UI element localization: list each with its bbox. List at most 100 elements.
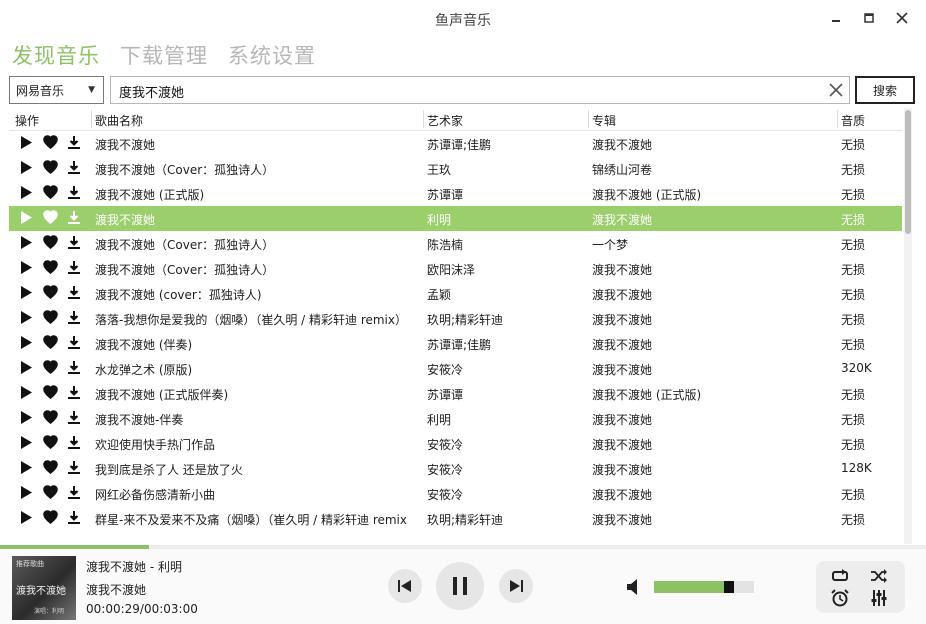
- table-row[interactable]: 网红必备伤感清新小曲 安筱冷 渡我不渡她 无损: [9, 481, 902, 506]
- close-button[interactable]: [891, 8, 913, 28]
- play-button[interactable]: [18, 335, 34, 352]
- play-button[interactable]: [18, 285, 34, 302]
- table-row[interactable]: 渡我不渡她 利明 渡我不渡她 无损: [9, 206, 902, 231]
- table-row[interactable]: 渡我不渡她 (伴奏) 苏谭谭;佳鹏 渡我不渡她 无损: [9, 331, 902, 356]
- pause-button[interactable]: [436, 562, 484, 610]
- download-button[interactable]: [66, 385, 82, 402]
- sleep-timer-button[interactable]: [829, 588, 851, 608]
- song-quality: 无损: [841, 288, 866, 302]
- favorite-button[interactable]: [42, 160, 58, 177]
- volume-slider[interactable]: [654, 581, 754, 593]
- album-cover[interactable]: 推荐歌曲 渡我不渡她 演唱：利明: [12, 556, 76, 620]
- table-row[interactable]: 群星-来不及爱来不及痛（烟嗓）（崔久明 / 精彩轩迪 remix 玖明;精彩轩迪 渡…: [9, 506, 902, 531]
- play-button[interactable]: [18, 460, 34, 477]
- tab-discover-music[interactable]: 发现音乐: [12, 40, 100, 70]
- favorite-button[interactable]: [42, 410, 58, 427]
- play-button[interactable]: [18, 410, 34, 427]
- play-button[interactable]: [18, 135, 34, 152]
- repeat-button[interactable]: [829, 566, 851, 586]
- next-button[interactable]: [499, 569, 533, 603]
- favorite-button[interactable]: [42, 335, 58, 352]
- favorite-button[interactable]: [42, 385, 58, 402]
- favorite-button[interactable]: [42, 510, 58, 527]
- tab-system-settings[interactable]: 系统设置: [228, 40, 316, 70]
- shuffle-button[interactable]: [868, 566, 890, 586]
- favorite-button[interactable]: [42, 310, 58, 327]
- header-album[interactable]: 专辑: [592, 112, 616, 129]
- minimize-button[interactable]: [825, 8, 847, 28]
- download-button[interactable]: [66, 235, 82, 252]
- clear-search-button[interactable]: [827, 81, 845, 99]
- table-row[interactable]: 渡我不渡她 (正式版) 苏谭谭 渡我不渡她 (正式版) 无损: [9, 181, 902, 206]
- download-button[interactable]: [66, 285, 82, 302]
- header-artist[interactable]: 艺术家: [427, 112, 463, 129]
- table-row[interactable]: 渡我不渡她（Cover：孤独诗人） 欧阳沫泽 渡我不渡她 无损: [9, 256, 902, 281]
- download-button[interactable]: [66, 435, 82, 452]
- favorite-button[interactable]: [42, 460, 58, 477]
- favorite-button[interactable]: [42, 435, 58, 452]
- tab-download-manager[interactable]: 下载管理: [120, 40, 208, 70]
- table-row[interactable]: 渡我不渡她-伴奏 利明 渡我不渡她 无损: [9, 406, 902, 431]
- download-button[interactable]: [66, 185, 82, 202]
- download-button[interactable]: [66, 335, 82, 352]
- table-row[interactable]: 渡我不渡她 (正式版伴奏) 苏谭谭 渡我不渡她 (正式版) 无损: [9, 381, 902, 406]
- favorite-button[interactable]: [42, 285, 58, 302]
- download-button[interactable]: [66, 260, 82, 277]
- play-button[interactable]: [18, 235, 34, 252]
- table-row[interactable]: 欢迎使用快手热门作品 安筱冷 渡我不渡她 无损: [9, 431, 902, 456]
- download-icon: [67, 335, 81, 353]
- play-button[interactable]: [18, 435, 34, 452]
- favorite-button[interactable]: [42, 210, 58, 227]
- play-button[interactable]: [18, 160, 34, 177]
- download-button[interactable]: [66, 310, 82, 327]
- play-button[interactable]: [18, 185, 34, 202]
- equalizer-button[interactable]: [868, 588, 890, 608]
- header-quality[interactable]: 音质: [841, 112, 865, 129]
- play-button[interactable]: [18, 310, 34, 327]
- play-button[interactable]: [18, 510, 34, 527]
- vertical-scrollbar[interactable]: [904, 108, 912, 544]
- download-button[interactable]: [66, 410, 82, 427]
- download-button[interactable]: [66, 460, 82, 477]
- song-quality: 无损: [841, 488, 866, 502]
- download-button[interactable]: [66, 510, 82, 527]
- header-divider: [423, 110, 424, 128]
- volume-handle[interactable]: [724, 581, 734, 593]
- favorite-button[interactable]: [42, 135, 58, 152]
- play-button[interactable]: [18, 260, 34, 277]
- song-name: 渡我不渡她-伴奏: [95, 413, 184, 427]
- table-row[interactable]: 水龙弹之术 (原版) 安筱冷 渡我不渡她 320K: [9, 356, 902, 381]
- table-row[interactable]: 渡我不渡她（Cover：孤独诗人） 王玖 锦绣山河卷 无损: [9, 156, 902, 181]
- table-row[interactable]: 我到底是杀了人 还是放了火 安筱冷 渡我不渡她 128K: [9, 456, 902, 481]
- download-button[interactable]: [66, 135, 82, 152]
- table-row[interactable]: 渡我不渡她 苏谭谭;佳鹏 渡我不渡她 无损: [9, 131, 902, 156]
- volume-icon[interactable]: [626, 578, 644, 596]
- header-divider: [837, 110, 838, 128]
- play-button[interactable]: [18, 485, 34, 502]
- search-button[interactable]: 搜索: [855, 76, 915, 104]
- play-button[interactable]: [18, 210, 34, 227]
- search-input[interactable]: [117, 78, 811, 104]
- favorite-button[interactable]: [42, 485, 58, 502]
- download-button[interactable]: [66, 360, 82, 377]
- maximize-button[interactable]: [858, 8, 880, 28]
- table-row[interactable]: 渡我不渡她 (cover：孤独诗人) 孟颖 渡我不渡她 无损: [9, 281, 902, 306]
- download-icon: [67, 210, 81, 228]
- table-row[interactable]: 落落-我想你是爱我的（烟嗓）（崔久明 / 精彩轩迪 remix） 玖明;精彩轩迪 渡…: [9, 306, 902, 331]
- header-song-name[interactable]: 歌曲名称: [95, 112, 143, 129]
- download-button[interactable]: [66, 485, 82, 502]
- play-button[interactable]: [18, 360, 34, 377]
- favorite-button[interactable]: [42, 260, 58, 277]
- heart-icon: [42, 160, 58, 177]
- scrollbar-thumb[interactable]: [905, 110, 911, 234]
- download-button[interactable]: [66, 210, 82, 227]
- play-button[interactable]: [18, 385, 34, 402]
- song-album: 渡我不渡她: [592, 213, 653, 227]
- previous-button[interactable]: [388, 569, 422, 603]
- favorite-button[interactable]: [42, 185, 58, 202]
- download-button[interactable]: [66, 160, 82, 177]
- source-select[interactable]: 网易音乐 ▼: [9, 76, 104, 104]
- favorite-button[interactable]: [42, 360, 58, 377]
- table-row[interactable]: 渡我不渡她（Cover：孤独诗人） 陈浩楠 一个梦 无损: [9, 231, 902, 256]
- favorite-button[interactable]: [42, 235, 58, 252]
